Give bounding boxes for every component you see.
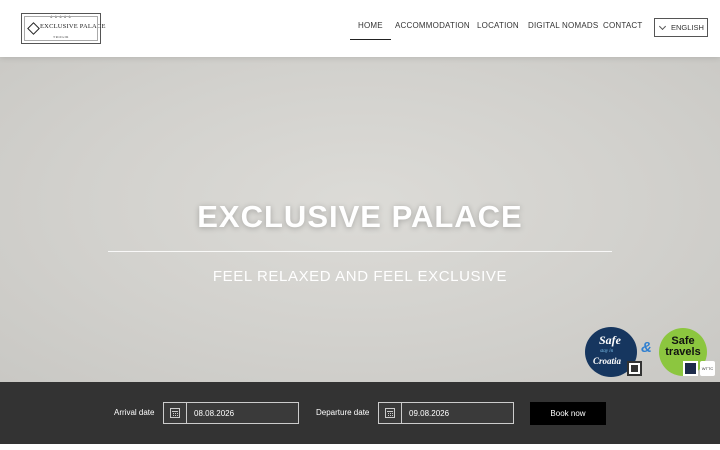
departure-date-value: 09.08.2026 bbox=[409, 409, 450, 418]
departure-date-label: Departure date bbox=[316, 408, 370, 417]
hero-subtitle: FEEL RELAXED AND FEEL EXCLUSIVE bbox=[212, 268, 508, 285]
language-label: ENGLISH bbox=[671, 23, 704, 32]
calendar-icon bbox=[379, 403, 402, 423]
arrival-date-label: Arrival date bbox=[114, 408, 155, 417]
arrival-date-value: 08.08.2026 bbox=[194, 409, 235, 418]
nav-item-home[interactable]: HOME bbox=[350, 21, 391, 40]
nav-item-contact[interactable]: CONTACT bbox=[603, 21, 642, 30]
site-header: ★★★★★ EXCLUSIVE PALACE TROGIR HOME ACCOM… bbox=[0, 0, 720, 57]
site-logo[interactable]: ★★★★★ EXCLUSIVE PALACE TROGIR bbox=[21, 13, 105, 44]
ampersand: & bbox=[641, 339, 652, 356]
booking-bar: Arrival date 08.08.2026 Departure date 0… bbox=[0, 382, 720, 444]
departure-date-field[interactable]: 09.08.2026 bbox=[378, 402, 514, 424]
book-now-button[interactable]: Book now bbox=[530, 402, 606, 425]
safe-stay-line3: Croatia bbox=[593, 356, 622, 366]
language-selector[interactable]: ENGLISH bbox=[654, 18, 708, 37]
logo-mark-icon bbox=[27, 22, 40, 35]
hero-banner: EXCLUSIVE PALACE FEEL RELAXED AND FEEL E… bbox=[0, 57, 720, 382]
safe-stay-line1: Safe bbox=[599, 333, 621, 347]
qr-code-icon bbox=[627, 361, 642, 376]
chevron-down-icon bbox=[658, 22, 667, 30]
nav-item-digital-nomads[interactable]: DIGITAL NOMADS bbox=[528, 21, 598, 30]
hero-title: EXCLUSIVE PALACE bbox=[197, 199, 523, 234]
safe-travels-line2: travels bbox=[665, 346, 701, 358]
arrival-date-field[interactable]: 08.08.2026 bbox=[163, 402, 299, 424]
nav-item-location[interactable]: LOCATION bbox=[477, 21, 519, 30]
calendar-icon bbox=[164, 403, 187, 423]
safe-stay-line2: stay in bbox=[600, 349, 614, 354]
qr-code-icon bbox=[683, 361, 698, 376]
logo-stars: ★★★★★ bbox=[49, 14, 73, 19]
nav-item-accommodation[interactable]: ACCOMMODATION bbox=[395, 21, 470, 30]
wttc-logo: WTTC bbox=[700, 361, 715, 376]
logo-name: EXCLUSIVE PALACE bbox=[40, 23, 106, 30]
hero-divider bbox=[108, 251, 612, 252]
logo-city: TROGIR bbox=[52, 35, 70, 39]
page-bottom bbox=[0, 444, 720, 450]
